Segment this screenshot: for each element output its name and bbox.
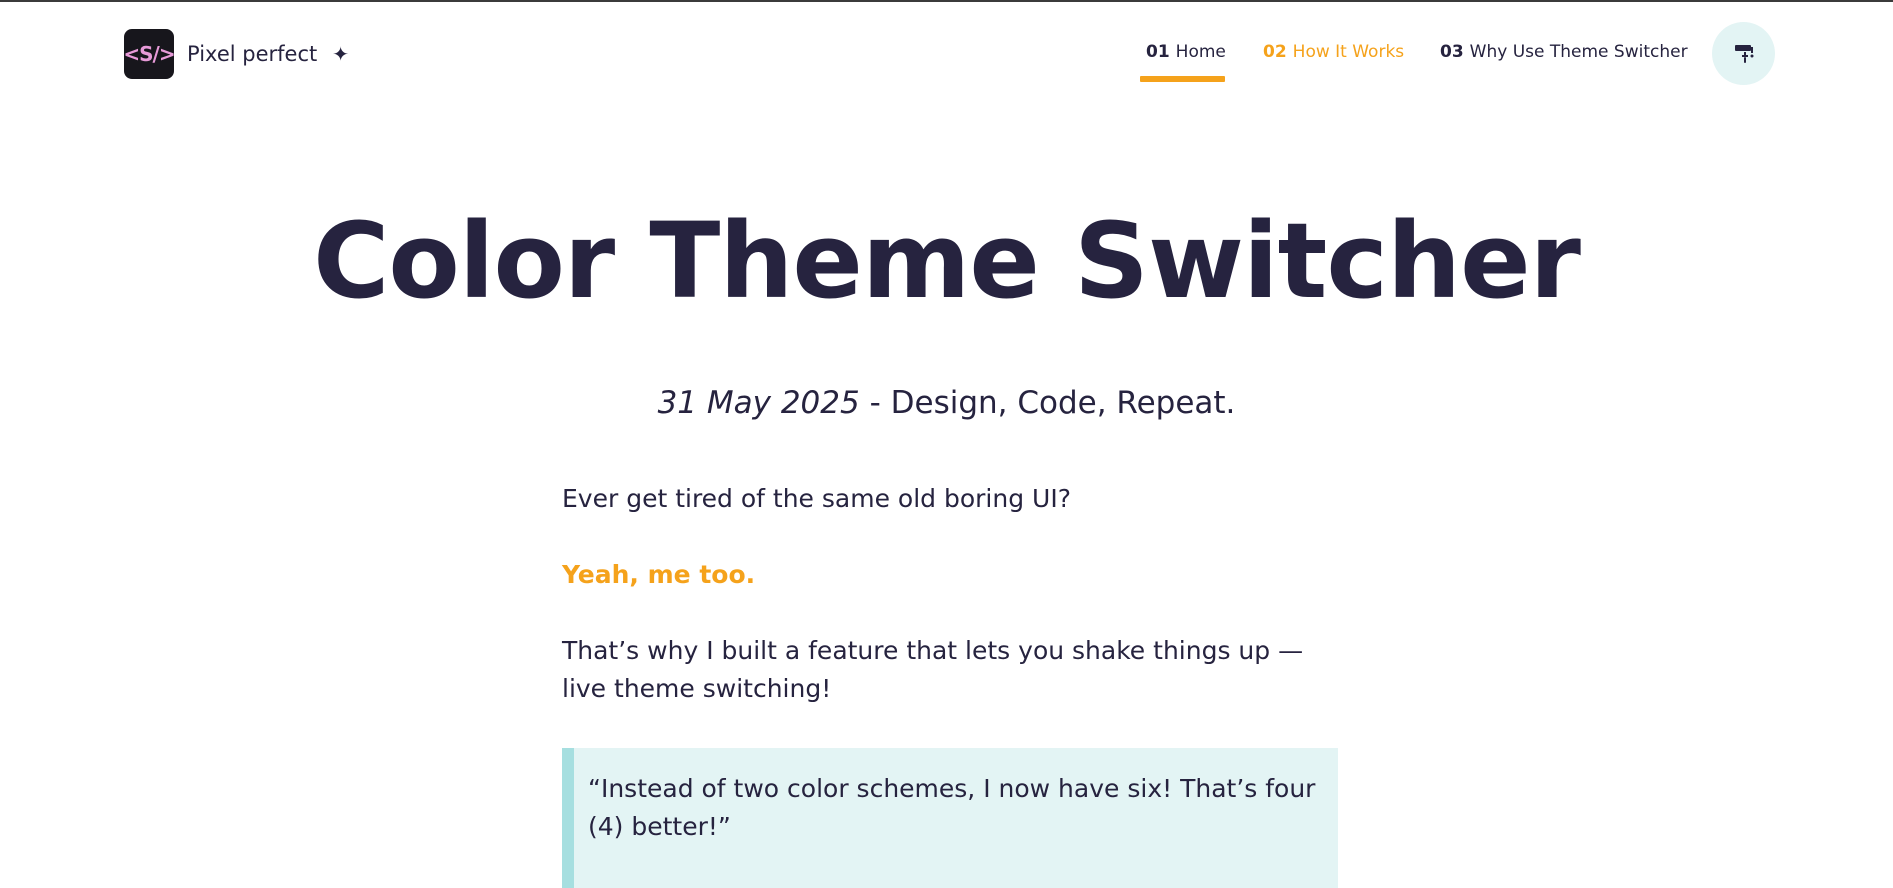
active-nav-indicator <box>1140 76 1225 82</box>
post-meta: 31 May 2025 - Design, Code, Repeat. <box>0 385 1893 421</box>
nav-item-number: 03 <box>1440 42 1464 62</box>
nav-item-label: Why Use Theme Switcher <box>1469 42 1688 62</box>
blockquote: “Instead of two color schemes, I now hav… <box>562 748 1338 888</box>
nav-item-label: How It Works <box>1292 42 1405 62</box>
paragraph-feature: That’s why I built a feature that lets y… <box>562 636 1304 703</box>
nav-item-label: Home <box>1175 42 1226 62</box>
site-header: <S/> Pixel perfect ✦ 01 Home 02 How It W… <box>0 2 1893 102</box>
nav-item-number: 01 <box>1146 42 1170 62</box>
page-title: Color Theme Switcher <box>313 200 1581 322</box>
post-date: 31 May 2025 <box>657 385 860 421</box>
nav-item-number: 02 <box>1263 42 1287 62</box>
paragraph-highlight: Yeah, me too. <box>562 560 756 589</box>
paragraph-intro: Ever get tired of the same old boring UI… <box>562 484 1071 513</box>
nav-item-why-use-theme-switcher[interactable]: 03 Why Use Theme Switcher <box>1440 38 1688 66</box>
paint-roller-icon <box>1734 44 1753 63</box>
nav-item-home[interactable]: 01 Home <box>1146 38 1226 66</box>
main-nav: 01 Home 02 How It Works 03 Why Use Theme… <box>0 2 1893 102</box>
theme-switcher-button[interactable] <box>1712 22 1775 85</box>
meta-separator: - <box>859 385 891 421</box>
quote-text: “Instead of two color schemes, I now hav… <box>588 774 1316 841</box>
nav-item-how-it-works[interactable]: 02 How It Works <box>1263 38 1404 66</box>
post-tagline: Design, Code, Repeat. <box>890 385 1236 421</box>
